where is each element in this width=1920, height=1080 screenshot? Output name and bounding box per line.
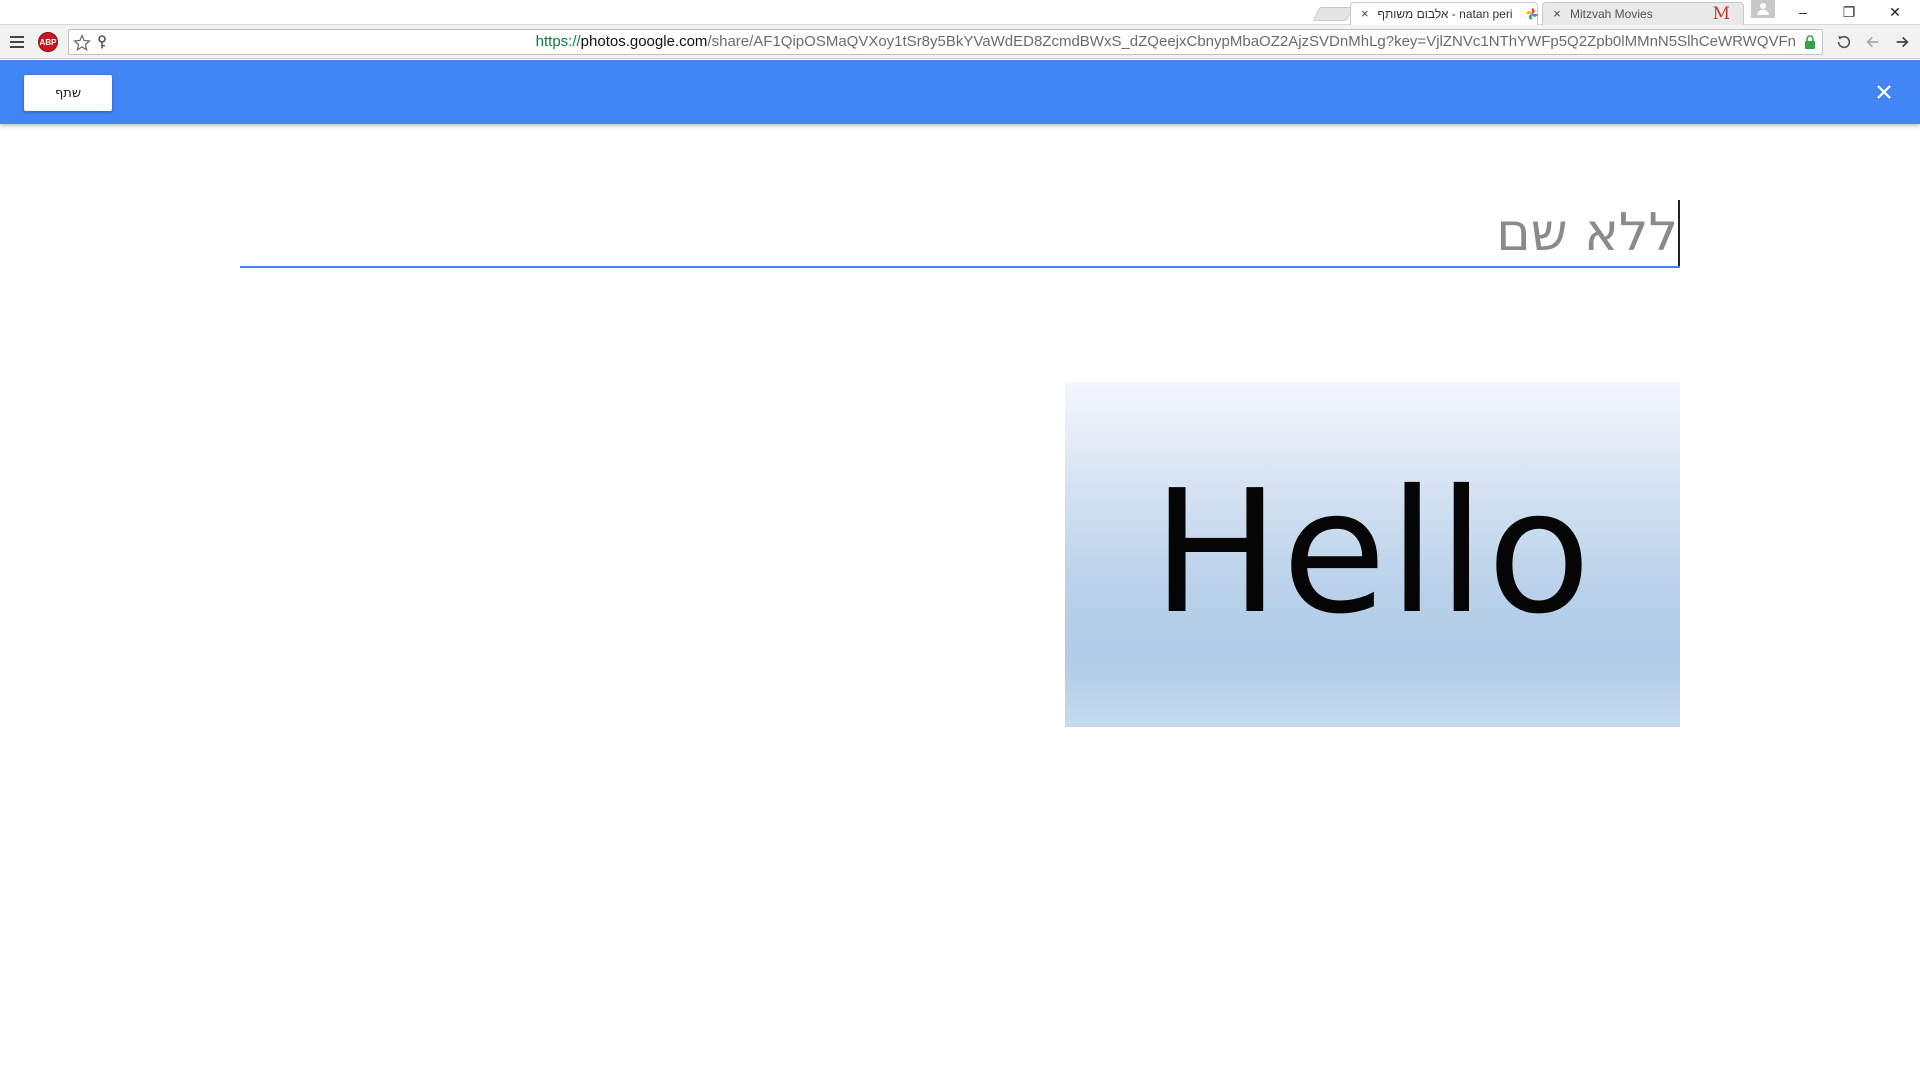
tab-strip: × natan peri - אלבום משותף × Mitzvah Mov… <box>0 0 1920 25</box>
new-tab-button[interactable] <box>1312 7 1354 21</box>
tab-mitzvah-movies[interactable]: × Mitzvah Movies M <box>1542 2 1744 25</box>
album-title-field <box>240 200 1680 268</box>
browser-toolbar: ABP https://photos.google.com/share/AF1Q… <box>0 25 1920 59</box>
photo-caption-text: Hello <box>1152 453 1593 652</box>
minimize-button[interactable]: – <box>1780 0 1826 24</box>
secure-lock-icon[interactable] <box>1804 35 1816 49</box>
address-bar[interactable]: https://photos.google.com/share/AF1QipOS… <box>68 29 1823 55</box>
close-icon[interactable] <box>1872 80 1896 104</box>
reload-icon[interactable] <box>1831 29 1857 55</box>
url-host: photos.google.com <box>580 33 708 50</box>
share-button[interactable]: שתף <box>24 75 112 111</box>
album-photo[interactable]: Hello <box>1065 382 1680 727</box>
album-title-input[interactable] <box>240 200 1680 266</box>
tab-close-icon[interactable]: × <box>1358 6 1372 21</box>
url-scheme: https:// <box>535 33 581 50</box>
tab-title: Mitzvah Movies <box>1570 6 1653 21</box>
profile-avatar-icon[interactable] <box>1751 0 1775 18</box>
back-arrow-icon[interactable] <box>1860 29 1886 55</box>
tab-close-icon[interactable]: × <box>1550 6 1564 21</box>
key-icon[interactable] <box>97 35 107 49</box>
chrome-menu-icon[interactable] <box>4 29 30 55</box>
tab-shared-album[interactable]: × natan peri - אלבום משותף <box>1350 2 1538 25</box>
bookmark-star-icon[interactable] <box>73 34 91 52</box>
window-close-button[interactable]: ✕ <box>1872 0 1918 24</box>
adblock-plus-button[interactable]: ABP <box>35 29 61 55</box>
url-text: https://photos.google.com/share/AF1QipOS… <box>536 30 1796 54</box>
restore-button[interactable]: ❐ <box>1826 0 1872 24</box>
url-path: /share/AF1QipOSMaQVXoy1tSr8y5BkYVaWdED8Z… <box>707 33 1796 50</box>
google-photos-favicon-icon <box>1526 7 1538 20</box>
mitzvah-movies-favicon-icon: M <box>1712 3 1730 24</box>
album-app-bar: שתף <box>0 60 1920 124</box>
text-cursor <box>1678 200 1680 266</box>
adblock-icon: ABP <box>38 32 58 52</box>
tab-title: natan peri - אלבום משותף <box>1377 6 1513 21</box>
forward-arrow-icon[interactable] <box>1889 29 1915 55</box>
